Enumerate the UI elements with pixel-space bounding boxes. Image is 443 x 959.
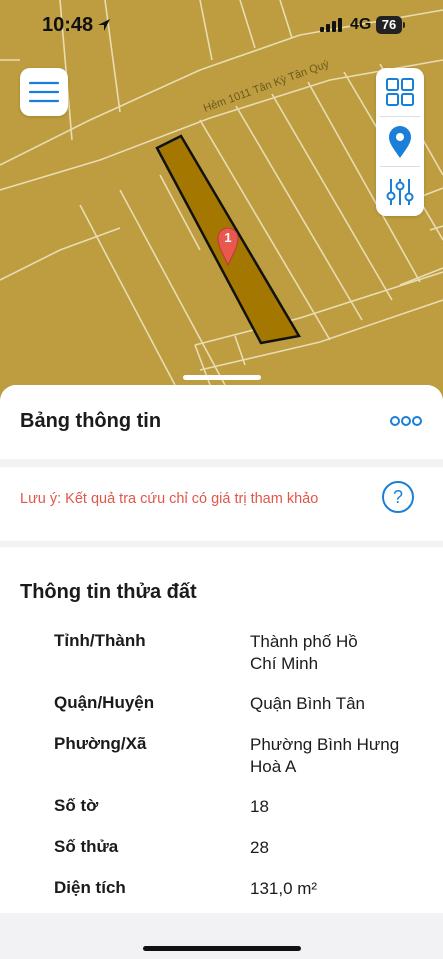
status-bar: 10:48 4G 76 (0, 0, 443, 52)
layers-grid-icon[interactable] (376, 68, 424, 116)
home-indicator[interactable] (143, 946, 301, 951)
sheet-header: Bảng thông tin (0, 385, 443, 459)
hamburger-menu-icon (28, 81, 60, 103)
row-label: Diện tích (54, 878, 126, 897)
location-pin-icon[interactable] (376, 118, 424, 166)
divider (380, 116, 420, 117)
row-value: Thành phố Hồ Chí Minh (250, 632, 358, 673)
row-value: Quận Bình Tân (250, 694, 365, 713)
divider (380, 166, 420, 167)
row-value: Phường Bình Hưng Hoà A (250, 735, 400, 776)
parcel-info-card: Thông tin thửa đất Tỉnh/Thành Thành phố … (0, 547, 443, 913)
status-time: 10:48 (42, 14, 94, 36)
row-value: 131,0 m² (250, 879, 318, 898)
cellular-signal-icon (320, 18, 342, 32)
row-value: 28 (250, 838, 269, 857)
filter-sliders-icon[interactable] (376, 168, 424, 216)
disclaimer-note: Lưu ý: Kết quả tra cứu chỉ có giá trị th… (20, 491, 319, 507)
marker-label: 1 (224, 230, 231, 245)
sheet-title: Bảng thông tin (20, 410, 162, 432)
more-options-icon[interactable] (390, 413, 422, 429)
sheet-grabber[interactable] (183, 375, 261, 380)
row-label: Số thửa (54, 837, 119, 856)
network-type: 4G (350, 16, 372, 33)
row-value: 18 (250, 797, 269, 816)
battery-tip (403, 22, 405, 28)
row-label: Tỉnh/Thành (54, 631, 146, 650)
row-label: Số tờ (54, 796, 99, 815)
row-label: Phường/Xã (54, 734, 147, 753)
battery-icon: 76 (376, 16, 402, 34)
section-title: Thông tin thửa đất (20, 581, 197, 603)
info-sheet: Bảng thông tin Lưu ý: Kết quả tra cứu ch… (0, 385, 443, 959)
help-icon[interactable]: ? (382, 481, 414, 513)
disclaimer-card: Lưu ý: Kết quả tra cứu chỉ có giá trị th… (0, 467, 443, 541)
location-arrow-icon (98, 19, 110, 31)
row-label: Quận/Huyện (54, 693, 155, 712)
map-tools-panel (376, 68, 424, 216)
menu-button[interactable] (20, 68, 68, 116)
